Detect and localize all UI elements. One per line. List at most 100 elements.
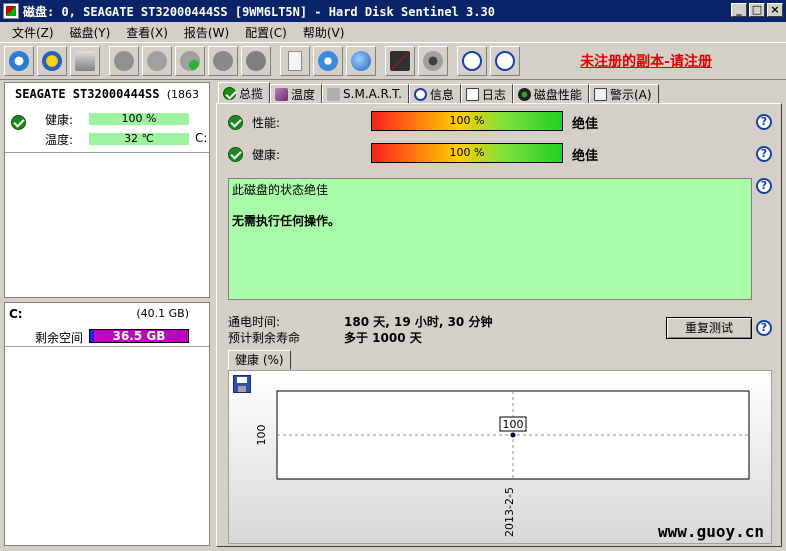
check-icon xyxy=(11,115,26,130)
alert-button[interactable] xyxy=(37,46,67,76)
help-icon xyxy=(462,51,482,71)
help-icon[interactable]: ? xyxy=(756,146,772,162)
send-report-button[interactable] xyxy=(313,46,343,76)
network-button[interactable] xyxy=(346,46,376,76)
volume-entry[interactable]: C: (40.1 GB) 剩余空间 36.5 GB xyxy=(5,303,209,347)
volume-letter: C: xyxy=(9,307,23,321)
performance-rating: 绝佳 xyxy=(572,117,599,132)
close-button[interactable]: × xyxy=(767,3,783,17)
tab-temperature[interactable]: 温度 xyxy=(270,84,323,104)
menu-config[interactable]: 配置(C) xyxy=(237,24,295,41)
health-rating: 绝佳 xyxy=(572,149,599,164)
test-button-4[interactable] xyxy=(208,46,238,76)
point-label: 100 xyxy=(503,418,524,431)
power-on-value: 180 天, 19 小时, 30 分钟 xyxy=(344,315,493,329)
window-title: 磁盘: 0, SEAGATE ST32000444SS [9WM6LT5N] -… xyxy=(23,4,495,19)
status-line-1: 此磁盘的状态绝佳 xyxy=(232,183,329,197)
send-icon xyxy=(318,51,338,71)
test-button-3[interactable] xyxy=(175,46,205,76)
sound-button[interactable] xyxy=(418,46,448,76)
alert-icon xyxy=(593,87,607,101)
health-chart-area: 100 100 2013-2-5 xyxy=(228,370,772,544)
help-icon[interactable]: ? xyxy=(756,178,772,194)
tab-info[interactable]: 信息 xyxy=(408,84,461,104)
info-icon xyxy=(413,87,427,101)
maximize-button[interactable]: □ xyxy=(749,3,765,17)
document-icon xyxy=(288,51,302,71)
free-space-bar: 36.5 GB xyxy=(89,329,189,343)
menu-report[interactable]: 报告(W) xyxy=(176,24,237,41)
disk-entry[interactable]: SEAGATE ST32000444SS (1863 健康: 100 % 温度:… xyxy=(5,83,209,153)
health-bar-main: 100 % xyxy=(371,143,563,163)
disk-check-icon xyxy=(180,51,200,71)
monitor-button[interactable] xyxy=(385,46,415,76)
report-button[interactable] xyxy=(280,46,310,76)
head-icon xyxy=(246,51,266,71)
hard-disk-icon xyxy=(75,51,95,71)
disk-button[interactable] xyxy=(70,46,100,76)
help-icon[interactable]: ? xyxy=(756,320,772,336)
health-chart: 100 100 2013-2-5 xyxy=(255,390,750,537)
monitor-icon xyxy=(390,51,410,71)
volume-size: (40.1 GB) xyxy=(136,307,189,320)
test-button-1[interactable] xyxy=(109,46,139,76)
app-icon[interactable] xyxy=(3,3,19,19)
unregistered-link[interactable]: 未注册的副本-请注册 xyxy=(580,51,712,71)
temperature-label: 温度: xyxy=(45,133,74,147)
test-button-5[interactable] xyxy=(241,46,271,76)
disk-list-panel: SEAGATE ST32000444SS (1863 健康: 100 % 温度:… xyxy=(4,82,210,298)
x-tick-label: 2013-2-5 xyxy=(503,487,516,537)
check-icon xyxy=(223,86,236,100)
tab-disk-performance[interactable]: 磁盘性能 xyxy=(512,84,589,104)
power-on-label: 通电时间: xyxy=(228,315,281,329)
menu-bar: 文件(Z) 磁盘(Y) 查看(X) 报告(W) 配置(C) 帮助(V) xyxy=(0,22,786,42)
thermometer-icon xyxy=(275,87,289,101)
tab-smart[interactable]: S.M.A.R.T. xyxy=(322,84,409,104)
retest-button[interactable]: 重复测试 xyxy=(666,317,752,339)
menu-disk[interactable]: 磁盘(Y) xyxy=(62,24,119,41)
y-tick-label: 100 xyxy=(255,425,268,446)
tab-strip: 总揽 温度 S.M.A.R.T. 信息 日志 磁盘性能 警示(A) xyxy=(218,82,659,104)
menu-file[interactable]: 文件(Z) xyxy=(4,24,62,41)
tab-overview[interactable]: 总揽 xyxy=(218,82,271,104)
drill-gray-icon xyxy=(213,51,233,71)
remaining-life-label: 预计剩余寿命 xyxy=(228,331,301,345)
health-label-main: 健康: xyxy=(252,148,281,162)
refresh-icon xyxy=(9,51,29,71)
help-icon[interactable]: ? xyxy=(756,114,772,130)
remaining-life-value: 多于 1000 天 xyxy=(344,331,422,345)
disk-size: (1863 xyxy=(166,88,200,101)
temperature-bar: 32 ℃ xyxy=(89,133,189,145)
performance-bar: 100 % xyxy=(371,111,563,131)
drill-icon xyxy=(114,51,134,71)
refresh-button[interactable] xyxy=(4,46,34,76)
log-icon xyxy=(465,87,479,101)
status-description: 此磁盘的状态绝佳 无需执行任何操作。 xyxy=(228,178,752,300)
info-icon xyxy=(495,51,515,71)
health-check-icon xyxy=(228,147,243,162)
test-button-2[interactable] xyxy=(142,46,172,76)
disk-settings-icon xyxy=(147,51,167,71)
performance-check-icon xyxy=(228,115,243,130)
drive-letter: C: xyxy=(195,131,208,145)
free-space-label: 剩余空间 xyxy=(35,331,84,345)
warning-icon xyxy=(42,51,62,71)
speaker-icon xyxy=(423,51,443,71)
watermark: www.guoy.cn xyxy=(658,522,764,541)
tab-alerts[interactable]: 警示(A) xyxy=(588,84,659,104)
title-bar: 磁盘: 0, SEAGATE ST32000444SS [9WM6LT5N] -… xyxy=(0,0,786,22)
minimize-button[interactable]: _ xyxy=(731,3,747,17)
status-line-2: 无需执行任何操作。 xyxy=(232,214,341,228)
tab-log[interactable]: 日志 xyxy=(460,84,513,104)
performance-label: 性能: xyxy=(252,116,281,130)
menu-view[interactable]: 查看(X) xyxy=(118,24,176,41)
disk-icon xyxy=(327,87,341,101)
disk-name: SEAGATE ST32000444SS (1863 xyxy=(15,87,200,101)
chart-tab-health[interactable]: 健康 (%) xyxy=(228,350,291,370)
help-button[interactable] xyxy=(457,46,487,76)
menu-help[interactable]: 帮助(V) xyxy=(295,24,353,41)
data-point xyxy=(510,432,516,438)
about-button[interactable] xyxy=(490,46,520,76)
gauge-icon xyxy=(517,87,531,101)
volume-panel: C: (40.1 GB) 剩余空间 36.5 GB xyxy=(4,302,210,546)
